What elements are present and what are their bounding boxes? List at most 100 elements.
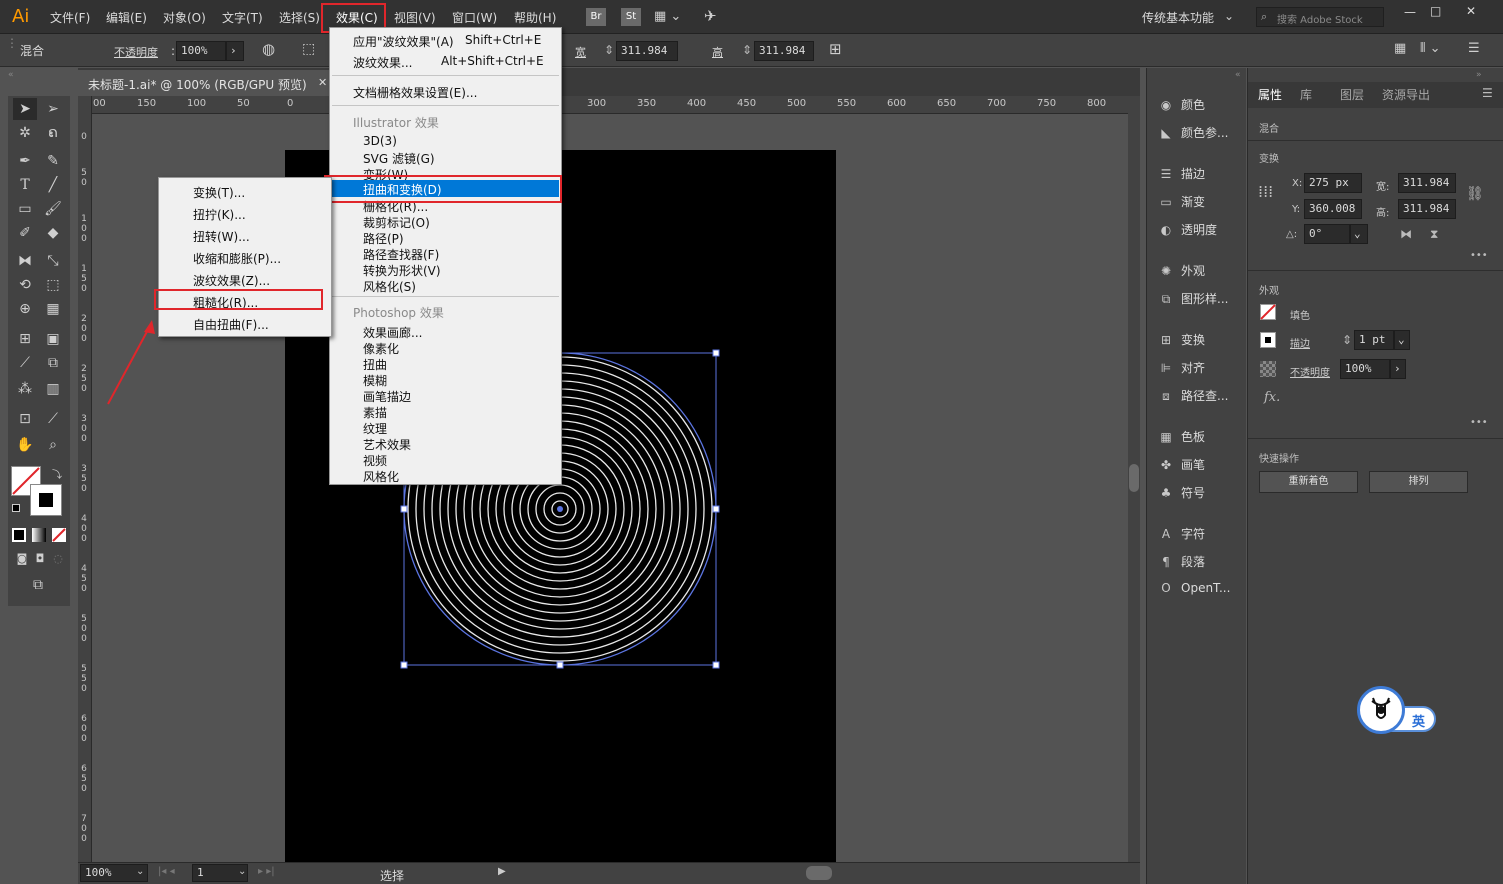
menu-stylize[interactable]: 风格化(S) — [363, 278, 416, 295]
menu-last-effect[interactable]: 波纹效果... — [353, 54, 412, 71]
gpu-rocket-icon[interactable]: ✈ — [704, 7, 717, 25]
props-collapse-icon[interactable]: » — [1476, 70, 1482, 80]
eyedropper-tool-icon[interactable]: ⟋ — [13, 352, 37, 374]
lasso-tool-icon[interactable]: ຄ — [41, 122, 65, 144]
menu-pathfinder[interactable]: 路径查找器(F) — [363, 246, 439, 263]
pen-tool-icon[interactable]: ✒ — [13, 150, 37, 172]
menu-edit[interactable]: 编辑(E) — [106, 9, 147, 26]
dock-graphic-styles[interactable]: ⧉ 图形样... — [1157, 290, 1229, 307]
opacity-chevron-icon[interactable]: › — [226, 41, 244, 61]
height-field[interactable]: 311.984 — [754, 41, 814, 61]
maximize-button[interactable]: □ — [1430, 4, 1441, 18]
menu-type[interactable]: 文字(T) — [222, 9, 263, 26]
menu-select[interactable]: 选择(S) — [279, 9, 320, 26]
eraser-tool-icon[interactable]: ◆ — [41, 222, 65, 244]
menu-artistic[interactable]: 艺术效果 — [363, 436, 411, 453]
opacity-field[interactable]: 100% — [176, 41, 226, 61]
avatar[interactable] — [1357, 686, 1405, 734]
dock-color-guide[interactable]: ◣ 颜色参... — [1157, 124, 1228, 141]
close-tab-icon[interactable]: ✕ — [318, 76, 327, 89]
flip-horizontal-icon[interactable]: ⧓ — [1400, 227, 1412, 241]
magic-wand-tool-icon[interactable]: ✲ — [13, 122, 37, 144]
dock-collapse-icon[interactable]: « — [1235, 70, 1241, 80]
h-field[interactable]: 311.984 — [1398, 199, 1456, 219]
menu-brush-strokes[interactable]: 画笔描边 — [363, 388, 411, 405]
menu-effect-gallery[interactable]: 效果画廊... — [363, 324, 422, 341]
reference-point-grid-icon[interactable]: ⁞⁞⁞ — [1258, 182, 1273, 201]
document-tab[interactable]: 未标题-1.ai* @ 100% (RGB/GPU 预览) ✕ — [78, 70, 336, 96]
stroke-chevron-icon[interactable]: ⌄ — [1394, 330, 1410, 350]
gradient-mode-icon[interactable] — [32, 528, 46, 542]
symbol-sprayer-tool-icon[interactable]: ⁂ — [13, 378, 37, 400]
y-field[interactable]: 360.008 — [1304, 199, 1362, 219]
menu-texture[interactable]: 纹理 — [363, 420, 387, 437]
recolor-globe-icon[interactable]: ◍ — [262, 40, 275, 58]
arrange-documents-icon[interactable]: ▦ ⌄ — [654, 9, 681, 24]
menu-video[interactable]: 视频 — [363, 452, 387, 469]
color-mode-icon[interactable] — [12, 528, 26, 542]
hand-tool-icon[interactable]: ✋ — [13, 434, 37, 456]
opacity-label[interactable]: 不透明度 — [114, 44, 158, 60]
next-artboard-icon[interactable]: ▸ ▸| — [258, 866, 275, 877]
menu-blur[interactable]: 模糊 — [363, 372, 387, 389]
scale-tool-icon[interactable]: ⤡ — [41, 250, 65, 272]
menu-file[interactable]: 文件(F) — [50, 9, 90, 26]
menu-help[interactable]: 帮助(H) — [514, 9, 556, 26]
props-opacity-label[interactable]: 不透明度 — [1290, 364, 1330, 379]
props-opacity-chevron-icon[interactable]: › — [1390, 359, 1406, 379]
tab-asset-export[interactable]: 资源导出 — [1382, 86, 1430, 103]
menu-object[interactable]: 对象(O) — [163, 9, 206, 26]
stroke-label[interactable]: 描边 — [1290, 335, 1310, 350]
first-artboard-icon[interactable]: |◂ ◂ — [158, 866, 175, 877]
arrange-button[interactable]: 排列 — [1369, 471, 1468, 493]
column-graph-tool-icon[interactable]: ▥ — [41, 378, 65, 400]
slice-tool-icon[interactable]: ⟋ — [41, 408, 65, 430]
w-field[interactable]: 311.984 — [1398, 173, 1456, 193]
menu-svg-filters[interactable]: SVG 滤镜(G) — [363, 150, 435, 167]
menu-stylize-ps[interactable]: 风格化 — [363, 468, 399, 485]
reflect-tool-icon[interactable]: ⧓ — [13, 250, 37, 272]
fill-color-swatch[interactable] — [1260, 304, 1276, 320]
stroke-stepper-icon[interactable]: ⇕ — [1342, 333, 1352, 347]
none-mode-icon[interactable] — [52, 528, 66, 542]
direct-selection-tool-icon[interactable]: ➢ — [41, 98, 65, 120]
height-stepper-icon[interactable]: ⇕ — [742, 43, 752, 57]
menu-twist[interactable]: 扭转(W)... — [193, 228, 250, 245]
menu-sketch[interactable]: 素描 — [363, 404, 387, 421]
dock-symbols[interactable]: ♣ 符号 — [1157, 484, 1205, 501]
angle-field[interactable]: 0° — [1304, 224, 1350, 244]
menu-pixelate[interactable]: 像素化 — [363, 340, 399, 357]
dock-stroke[interactable]: ☰ 描边 — [1157, 165, 1205, 182]
menu-distort[interactable]: 扭曲 — [363, 356, 387, 373]
swap-colors-icon[interactable]: ⤵ — [52, 466, 62, 481]
close-window-button[interactable]: ✕ — [1466, 4, 1476, 18]
stroke-color-swatch[interactable] — [1260, 332, 1276, 348]
menu-window[interactable]: 窗口(W) — [452, 9, 497, 26]
dock-pathfinder[interactable]: ⧈ 路径查... — [1157, 387, 1228, 404]
align-icon[interactable]: ▦ — [1394, 41, 1406, 56]
menu-document-raster-settings[interactable]: 文档栅格效果设置(E)... — [353, 84, 477, 101]
toolbar-collapse-icon[interactable]: « — [8, 70, 70, 80]
height-label[interactable]: 高 — [712, 44, 723, 60]
tab-libraries[interactable]: 库 — [1300, 86, 1312, 103]
menu-crop-marks[interactable]: 裁剪标记(O) — [363, 214, 430, 231]
menu-free-distort[interactable]: 自由扭曲(F)... — [193, 316, 269, 333]
dock-character[interactable]: A 字符 — [1157, 525, 1205, 542]
dock-opentype[interactable]: O OpenT... — [1157, 581, 1230, 595]
warp-tool-icon[interactable]: ⟲ — [13, 274, 37, 296]
dock-paragraph[interactable]: ¶ 段落 — [1157, 553, 1205, 570]
menu-3d[interactable]: 3D(3) — [363, 134, 397, 148]
stock-button[interactable]: St — [621, 8, 641, 26]
vertical-scroll-thumb[interactable] — [1129, 464, 1139, 492]
props-opacity-field[interactable]: 100% — [1340, 359, 1390, 379]
flip-vertical-icon[interactable]: ⧗ — [1430, 227, 1438, 242]
stroke-swatch[interactable] — [30, 484, 62, 516]
menu-pucker-bloat[interactable]: 收缩和膨胀(P)... — [193, 250, 281, 267]
gradient-tool-icon[interactable]: ▣ — [41, 328, 65, 350]
selection-tool-icon[interactable]: ➤ — [13, 98, 37, 120]
vertical-scrollbar[interactable] — [1128, 96, 1140, 862]
menu-tweak[interactable]: 扭拧(K)... — [193, 206, 246, 223]
dock-transform[interactable]: ⊞ 变换 — [1157, 331, 1205, 348]
dock-align[interactable]: ⊫ 对齐 — [1157, 359, 1205, 376]
dock-gradient[interactable]: ▭ 渐变 — [1157, 193, 1205, 210]
